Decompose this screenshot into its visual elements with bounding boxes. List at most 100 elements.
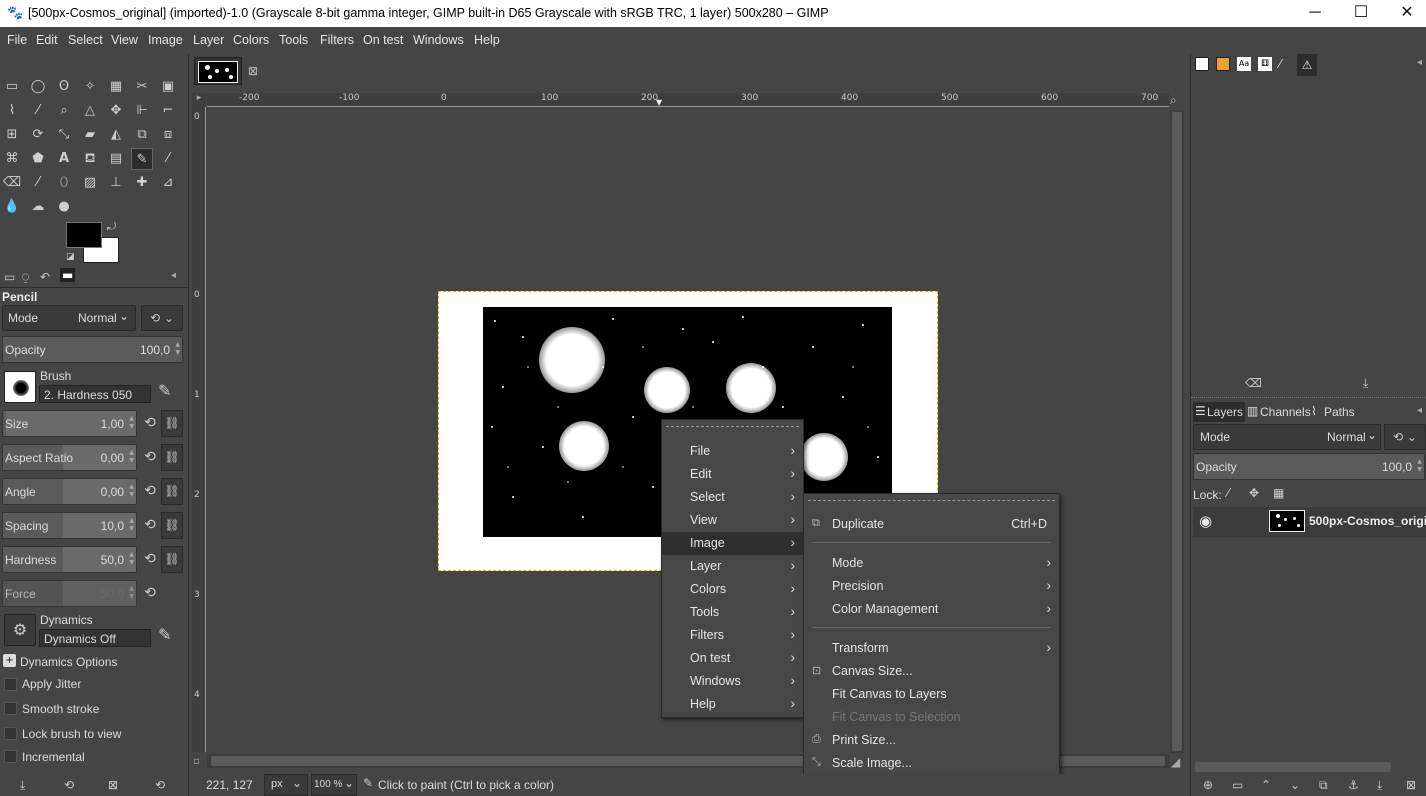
foreground-select-icon[interactable]: ▣ bbox=[157, 76, 179, 98]
restore-preset-icon[interactable]: ⟲ bbox=[64, 778, 74, 792]
new-layer-icon[interactable]: ⊕ bbox=[1203, 778, 1213, 792]
link-hardness-icon[interactable]: ⛓ bbox=[161, 546, 183, 573]
spin-arrows-icon[interactable]: ▲ ▼ bbox=[175, 341, 180, 357]
raise-layer-icon[interactable]: ⌃ bbox=[1261, 778, 1271, 792]
save-preset-icon[interactable]: ⤓ bbox=[20, 778, 25, 793]
dynamics-name-field[interactable]: Dynamics Off bbox=[39, 629, 151, 647]
measure-icon[interactable]: △ bbox=[79, 100, 101, 122]
warp-transform-icon[interactable]: ⌘ bbox=[1, 148, 23, 170]
lock-position-icon[interactable]: ✥ bbox=[1249, 486, 1259, 500]
handle-transform-icon[interactable]: ⬟ bbox=[27, 148, 49, 170]
menu-tools[interactable]: Tools bbox=[279, 33, 308, 47]
rotate-icon[interactable]: ⟳ bbox=[27, 124, 49, 146]
spin-arrows-icon[interactable]: ▲ ▼ bbox=[129, 585, 134, 601]
menu-file[interactable]: File bbox=[7, 33, 27, 47]
scale-icon[interactable]: ⤡ bbox=[53, 124, 75, 146]
text-icon[interactable]: A bbox=[53, 148, 75, 170]
warning-tab-icon[interactable]: ⚠ bbox=[1297, 54, 1317, 76]
spin-arrows-icon[interactable]: ▲ ▼ bbox=[1417, 458, 1422, 474]
fit-canvas-selection-item[interactable]: Fit Canvas to Selection bbox=[804, 706, 1059, 729]
layer-mode-reset[interactable]: ⟲ ⌄ bbox=[1384, 424, 1426, 450]
spin-arrows-icon[interactable]: ▲ ▼ bbox=[129, 449, 134, 465]
smooth-stroke-checkbox[interactable] bbox=[4, 702, 17, 715]
edit-brush-icon[interactable]: ✎ bbox=[158, 381, 171, 400]
default-colors-icon[interactable]: ◪ bbox=[66, 252, 75, 262]
link-size-icon[interactable]: ⛓ bbox=[161, 410, 183, 437]
pencil-icon[interactable]: ✎ bbox=[131, 148, 153, 170]
force-slider[interactable]: Force 50,0 ▲ ▼ bbox=[2, 580, 137, 607]
layer-row[interactable]: ◉ 500px-Cosmos_original bbox=[1193, 507, 1426, 537]
precision-item[interactable]: Precision › bbox=[804, 575, 1059, 598]
menu-image[interactable]: Image bbox=[148, 33, 183, 47]
foreground-color-swatch[interactable] bbox=[66, 222, 102, 248]
paintbrush-icon[interactable]: ⁄ bbox=[157, 148, 179, 170]
navigate-icon[interactable]: ◢ bbox=[1171, 755, 1180, 769]
move-icon[interactable]: ✥ bbox=[105, 100, 127, 122]
document-history-tab-icon[interactable]: ⚅ bbox=[1258, 57, 1272, 71]
print-size-item[interactable]: ⎙ Print Size... bbox=[804, 729, 1059, 752]
dynamics-preview[interactable]: ⚙ bbox=[4, 614, 36, 646]
menu-colors[interactable]: Colors bbox=[233, 33, 269, 47]
context-menu-tools[interactable]: Tools › bbox=[662, 601, 803, 624]
zoom-navigate-icon[interactable]: ⌕ bbox=[1170, 93, 1177, 108]
link-spacing-icon[interactable]: ⛓ bbox=[161, 512, 183, 539]
color-picker-icon[interactable]: ⁄ bbox=[27, 100, 49, 122]
spin-arrows-icon[interactable]: ▲ ▼ bbox=[129, 551, 134, 567]
link-aspect-icon[interactable]: ⛓ bbox=[161, 444, 183, 471]
aspect-ratio-slider[interactable]: Aspect Ratio 0,00 ▲ ▼ bbox=[2, 444, 137, 471]
layer-name[interactable]: 500px-Cosmos_original bbox=[1309, 514, 1426, 528]
fuzzy-select-icon[interactable]: ✧ bbox=[79, 76, 101, 98]
context-menu-edit[interactable]: Edit › bbox=[662, 463, 803, 486]
lock-brush-checkbox[interactable] bbox=[4, 727, 17, 740]
angle-slider[interactable]: Angle 0,00 ▲ ▼ bbox=[2, 478, 137, 505]
panel-menu-icon[interactable]: ◂ bbox=[1417, 57, 1422, 68]
duplicate-layer-icon[interactable]: ⧉ bbox=[1319, 778, 1328, 793]
tear-off-line[interactable] bbox=[666, 426, 799, 427]
context-menu-help[interactable]: Help › bbox=[662, 693, 803, 716]
menu-on-test[interactable]: On test bbox=[363, 33, 403, 47]
chain-link-icon[interactable] bbox=[1233, 512, 1247, 530]
anchor-layer-icon[interactable]: ⚓ bbox=[1348, 778, 1359, 792]
cage-transform-icon[interactable]: ⧈ bbox=[157, 124, 179, 146]
context-menu-windows[interactable]: Windows › bbox=[662, 670, 803, 693]
channels-tab-label[interactable]: Channels bbox=[1260, 405, 1311, 419]
paths-tab-label[interactable]: Paths bbox=[1324, 405, 1355, 419]
perspective-icon[interactable]: ⧉ bbox=[131, 124, 153, 146]
shear-icon[interactable]: ▰ bbox=[79, 124, 101, 146]
layers-scrollbar[interactable] bbox=[1195, 762, 1391, 772]
menu-layer[interactable]: Layer bbox=[193, 33, 224, 47]
menu-windows[interactable]: Windows bbox=[413, 33, 464, 47]
dodge-burn-icon[interactable]: ● bbox=[53, 196, 75, 218]
menu-filters[interactable]: Filters bbox=[320, 33, 354, 47]
fit-canvas-layers-item[interactable]: Fit Canvas to Layers bbox=[804, 683, 1059, 706]
device-status-tab-icon[interactable]: ⍜ bbox=[22, 270, 29, 285]
minimize-button[interactable]: ─ bbox=[1292, 0, 1338, 27]
dock-separator[interactable] bbox=[1191, 397, 1426, 401]
transform-item[interactable]: Transform › bbox=[804, 637, 1059, 660]
vertical-scrollbar[interactable] bbox=[1170, 110, 1184, 753]
swap-colors-icon[interactable]: ⤾ bbox=[107, 220, 116, 234]
unified-transform-icon[interactable]: ⊞ bbox=[1, 124, 23, 146]
tear-off-line[interactable] bbox=[808, 500, 1055, 501]
dynamics-options-label[interactable]: Dynamics Options bbox=[20, 655, 117, 669]
size-slider[interactable]: Size 1,00 ▲ ▼ bbox=[2, 410, 137, 437]
panel-menu-icon[interactable]: ◂ bbox=[1417, 405, 1422, 416]
ellipse-select-icon[interactable]: ◯ bbox=[27, 76, 49, 98]
reset-options-icon[interactable]: ⟲ bbox=[155, 778, 165, 792]
mode-item[interactable]: Mode › bbox=[804, 552, 1059, 575]
ink-icon[interactable]: ⬯ bbox=[53, 172, 75, 194]
crop-icon[interactable]: ⌐ bbox=[157, 100, 179, 122]
vertical-scroll-thumb[interactable] bbox=[1172, 112, 1182, 751]
clone-icon[interactable]: ⊥ bbox=[105, 172, 127, 194]
unit-dropdown[interactable]: px ⌄ bbox=[264, 774, 308, 796]
context-menu-layer[interactable]: Layer › bbox=[662, 555, 803, 578]
spin-arrows-icon[interactable]: ▲ ▼ bbox=[129, 517, 134, 533]
reset-spacing-icon[interactable]: ⟲ bbox=[141, 516, 159, 534]
free-select-icon[interactable]: ʘ bbox=[53, 76, 75, 98]
context-menu-filters[interactable]: Filters › bbox=[662, 624, 803, 647]
ruler-corner[interactable]: ▸ bbox=[192, 93, 206, 107]
reset-hardness-icon[interactable]: ⟲ bbox=[141, 550, 159, 568]
menu-select[interactable]: Select bbox=[68, 33, 103, 47]
brush-name-field[interactable]: 2. Hardness 050 bbox=[39, 385, 151, 403]
color-management-item[interactable]: Color Management › bbox=[804, 598, 1059, 621]
